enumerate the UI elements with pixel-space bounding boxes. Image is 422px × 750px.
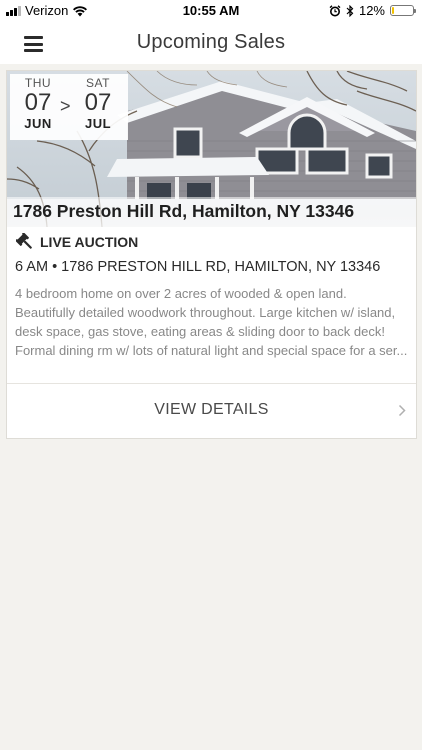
view-details-button[interactable]: VIEW DETAILS xyxy=(7,384,416,438)
chevron-right-icon xyxy=(398,404,406,417)
end-date: SAT 07 JUL xyxy=(76,76,120,131)
date-separator: > xyxy=(60,96,71,116)
status-bar: Verizon 10:55 AM 12% xyxy=(0,0,422,22)
end-month: JUL xyxy=(84,116,112,131)
auction-type-label: LIVE AUCTION xyxy=(40,234,139,250)
sale-time-address: 6 AM • 1786 PRESTON HILL RD, HAMILTON, N… xyxy=(15,259,381,275)
auction-type: LIVE AUCTION xyxy=(16,233,138,251)
start-day: 07 xyxy=(24,89,52,116)
end-dow: SAT xyxy=(86,76,110,90)
bluetooth-icon xyxy=(346,4,354,17)
page-title: Upcoming Sales xyxy=(136,31,286,53)
battery-percent: 12% xyxy=(358,3,385,18)
start-month: JUN xyxy=(24,116,52,131)
alarm-clock-icon xyxy=(329,4,341,16)
end-day: 07 xyxy=(84,89,112,116)
nav-bar: Upcoming Sales xyxy=(0,22,422,64)
battery-icon xyxy=(390,5,416,16)
status-right: 12% xyxy=(329,3,416,18)
sale-date-range: THU 07 JUN > SAT 07 JUL xyxy=(10,74,128,140)
address-overlay: 1786 Preston Hill Rd, Hamilton, NY 13346 xyxy=(7,197,416,227)
sale-description: 4 bedroom home on over 2 acres of wooded… xyxy=(15,286,408,358)
gavel-icon xyxy=(16,233,32,249)
view-details-label: VIEW DETAILS xyxy=(154,401,269,418)
sale-address-title: 1786 Preston Hill Rd, Hamilton, NY 13346 xyxy=(13,201,355,221)
start-date: THU 07 JUN xyxy=(16,76,60,131)
start-dow: THU xyxy=(24,76,52,90)
property-photo[interactable]: THU 07 JUN > SAT 07 JUL 1786 Preston Hil… xyxy=(7,71,416,227)
sale-card[interactable]: THU 07 JUN > SAT 07 JUL 1786 Preston Hil… xyxy=(6,70,417,439)
